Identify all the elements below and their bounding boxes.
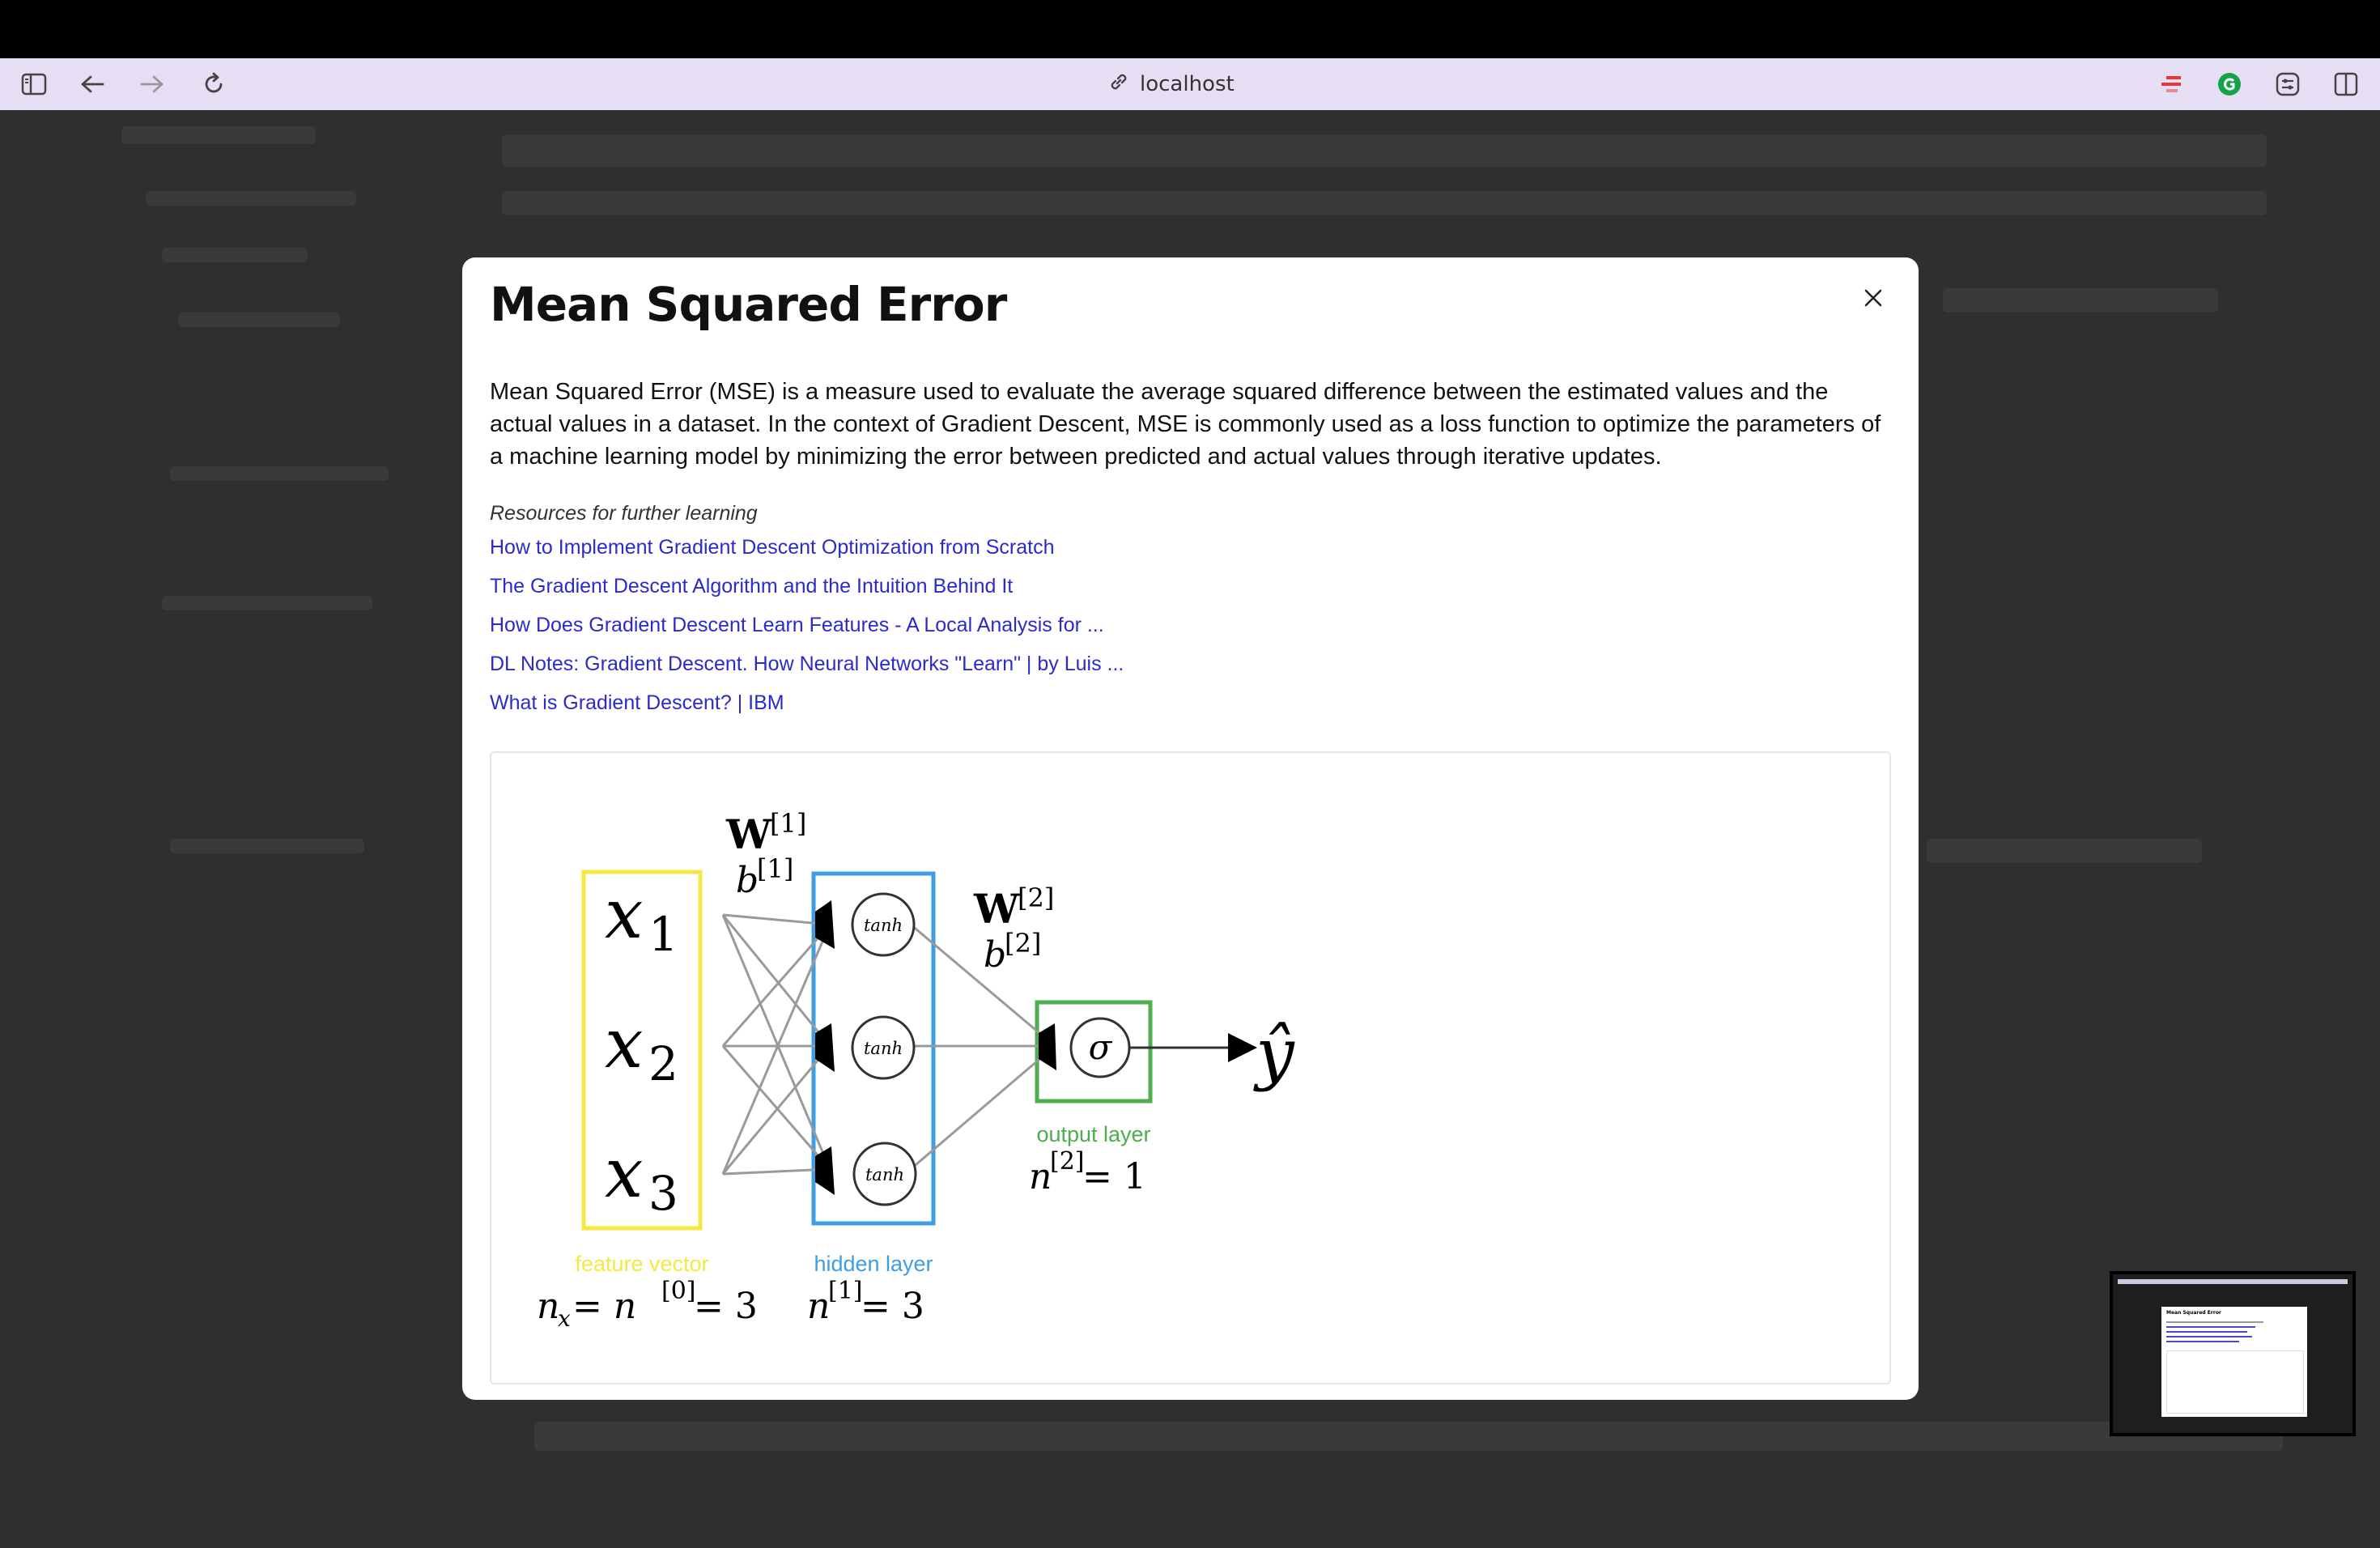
forward-arrow-icon[interactable] bbox=[136, 68, 168, 100]
w2-label: W bbox=[973, 885, 1020, 933]
hidden-node-label: tanh bbox=[864, 916, 903, 935]
extension-icon[interactable] bbox=[2155, 68, 2187, 100]
hidden-layer-label: hidden layer bbox=[814, 1252, 933, 1276]
minimap-thumbnail[interactable]: Mean Squared Error bbox=[2110, 1271, 2356, 1436]
adjust-icon[interactable] bbox=[2272, 68, 2304, 100]
svg-text:= n: = n bbox=[572, 1286, 636, 1327]
output-node-label: σ bbox=[1089, 1027, 1113, 1067]
resource-links: How to Implement Gradient Descent Optimi… bbox=[490, 536, 1124, 730]
resource-link[interactable]: The Gradient Descent Algorithm and the I… bbox=[490, 575, 1013, 598]
input-x: x bbox=[605, 1004, 643, 1083]
b1-superscript: [1] bbox=[757, 853, 793, 884]
w1-superscript: [1] bbox=[770, 808, 806, 839]
minimap-modal: Mean Squared Error bbox=[2161, 1307, 2307, 1417]
input-subscript: 3 bbox=[648, 1166, 678, 1221]
output-node: σ bbox=[1069, 1017, 1131, 1078]
b1-label: b bbox=[736, 860, 759, 901]
y-hat-symbol: ŷ bbox=[1252, 1014, 1295, 1093]
resource-link[interactable]: How to Implement Gradient Descent Optimi… bbox=[490, 536, 1055, 559]
url-text: localhost bbox=[1140, 72, 1235, 96]
svg-text:[0]: [0] bbox=[661, 1277, 696, 1305]
resource-link[interactable]: What is Gradient Descent? | IBM bbox=[490, 691, 784, 714]
svg-text:= 1: = 1 bbox=[1082, 1156, 1146, 1197]
minimap-figure bbox=[2166, 1350, 2304, 1414]
minimap-browser-bar bbox=[2118, 1279, 2348, 1284]
back-arrow-icon[interactable] bbox=[76, 68, 108, 100]
svg-text:[1]: [1] bbox=[828, 1277, 863, 1305]
hidden-size-equation: n [1] = 3 bbox=[807, 1277, 924, 1327]
definition-modal: Mean Squared Error Mean Squared Error (M… bbox=[462, 257, 1919, 1400]
input-subscript: 2 bbox=[648, 1036, 678, 1091]
neural-network-figure: tanh tanh tanh σ ŷ x 1 x 2 x 3 W [1] b [… bbox=[490, 751, 1891, 1384]
link-icon bbox=[1107, 70, 1130, 99]
minimap-title: Mean Squared Error bbox=[2166, 1310, 2221, 1316]
output-size-equation: n [2] = 1 bbox=[1029, 1147, 1146, 1197]
hidden-node: tanh bbox=[852, 1142, 917, 1206]
svg-text:n: n bbox=[537, 1286, 559, 1327]
svg-text:= 3: = 3 bbox=[694, 1286, 758, 1327]
close-icon[interactable] bbox=[1855, 280, 1891, 316]
svg-text:x: x bbox=[558, 1305, 571, 1332]
hidden-node-label: tanh bbox=[864, 1039, 903, 1058]
hidden-node: tanh bbox=[851, 892, 916, 957]
svg-text:n: n bbox=[807, 1286, 830, 1327]
hidden-node: tanh bbox=[851, 1015, 916, 1080]
resource-link[interactable]: How Does Gradient Descent Learn Features… bbox=[490, 614, 1104, 636]
hidden-node-label: tanh bbox=[865, 1165, 904, 1184]
output-layer-label: output layer bbox=[1036, 1122, 1150, 1146]
neural-network-diagram: tanh tanh tanh σ ŷ x 1 x 2 x 3 W [1] b [… bbox=[537, 808, 1295, 1332]
svg-text:[2]: [2] bbox=[1050, 1147, 1085, 1176]
sidebar-icon[interactable] bbox=[18, 68, 50, 100]
b2-superscript: [2] bbox=[1005, 928, 1041, 959]
system-top-bar bbox=[0, 0, 2380, 58]
grammarly-icon[interactable] bbox=[2213, 68, 2246, 100]
input-x: x bbox=[605, 874, 643, 954]
input-subscript: 1 bbox=[648, 907, 678, 962]
input-symbols: x 1 x 2 x 3 bbox=[605, 874, 678, 1221]
b2-label: b bbox=[984, 934, 1006, 976]
feature-vector-label: feature vector bbox=[575, 1252, 708, 1276]
modal-title: Mean Squared Error bbox=[490, 277, 1007, 332]
split-view-icon[interactable] bbox=[2330, 68, 2362, 100]
w2-superscript: [2] bbox=[1018, 882, 1054, 913]
resource-link[interactable]: DL Notes: Gradient Descent. How Neural N… bbox=[490, 653, 1124, 675]
svg-text:n: n bbox=[1029, 1156, 1052, 1197]
svg-text:= 3: = 3 bbox=[861, 1286, 924, 1327]
modal-description: Mean Squared Error (MSE) is a measure us… bbox=[490, 379, 1881, 470]
input-x: x bbox=[605, 1133, 643, 1213]
input-size-equation: n x = n [0] = 3 bbox=[537, 1277, 758, 1332]
address-bar[interactable]: localhost bbox=[1107, 68, 1235, 100]
browser-toolbar: localhost bbox=[0, 58, 2380, 110]
w1-label: W bbox=[725, 810, 772, 858]
reload-icon[interactable] bbox=[198, 68, 230, 100]
resources-label: Resources for further learning bbox=[490, 502, 758, 525]
